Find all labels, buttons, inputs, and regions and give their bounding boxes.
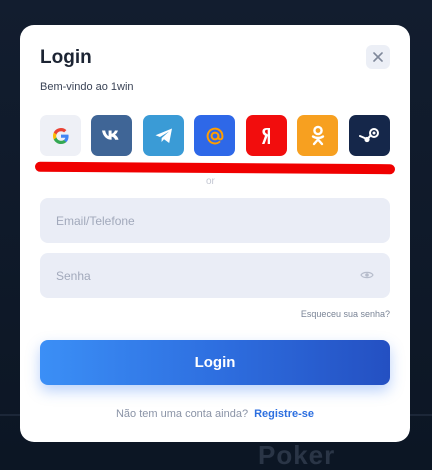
email-input[interactable] [40, 198, 390, 243]
steam-login-button[interactable] [349, 115, 390, 156]
no-account-text: Não tem uma conta ainda? [115, 408, 249, 420]
password-input[interactable] [40, 253, 390, 298]
vk-icon [101, 130, 118, 140]
login-modal: Login Bem-vindo ao 1win or Email/Telefon… [20, 25, 410, 442]
forgot-password-link[interactable]: Esqueceu sua senha? [301, 309, 390, 319]
modal-subtitle: Bem-vindo ao 1win [40, 81, 134, 93]
mail-at-icon [206, 127, 223, 144]
yandex-icon [261, 127, 270, 144]
register-prompt: Não tem uma conta ainda? Registre-se [20, 408, 410, 420]
login-button[interactable]: Login [40, 340, 390, 385]
modal-title: Login [40, 47, 92, 68]
close-icon [373, 52, 383, 62]
yandex-login-button[interactable] [246, 115, 287, 156]
ok-icon [311, 125, 324, 145]
background-poker-text: Poker [258, 440, 336, 470]
odnoklassniki-login-button[interactable] [297, 115, 338, 156]
telegram-icon [155, 128, 172, 143]
mailru-login-button[interactable] [194, 115, 235, 156]
steam-icon [358, 127, 379, 142]
close-button[interactable] [366, 45, 390, 69]
email-field[interactable] [40, 198, 390, 243]
password-field[interactable] [40, 253, 390, 298]
social-login-row [40, 115, 390, 156]
google-login-button[interactable] [40, 115, 81, 156]
eye-icon[interactable] [360, 268, 374, 282]
vk-login-button[interactable] [91, 115, 132, 156]
telegram-login-button[interactable] [143, 115, 184, 156]
red-annotation-underline [34, 161, 396, 175]
register-link[interactable]: Registre-se [254, 408, 314, 420]
divider-or-text: or [206, 176, 215, 187]
google-icon [52, 127, 69, 144]
